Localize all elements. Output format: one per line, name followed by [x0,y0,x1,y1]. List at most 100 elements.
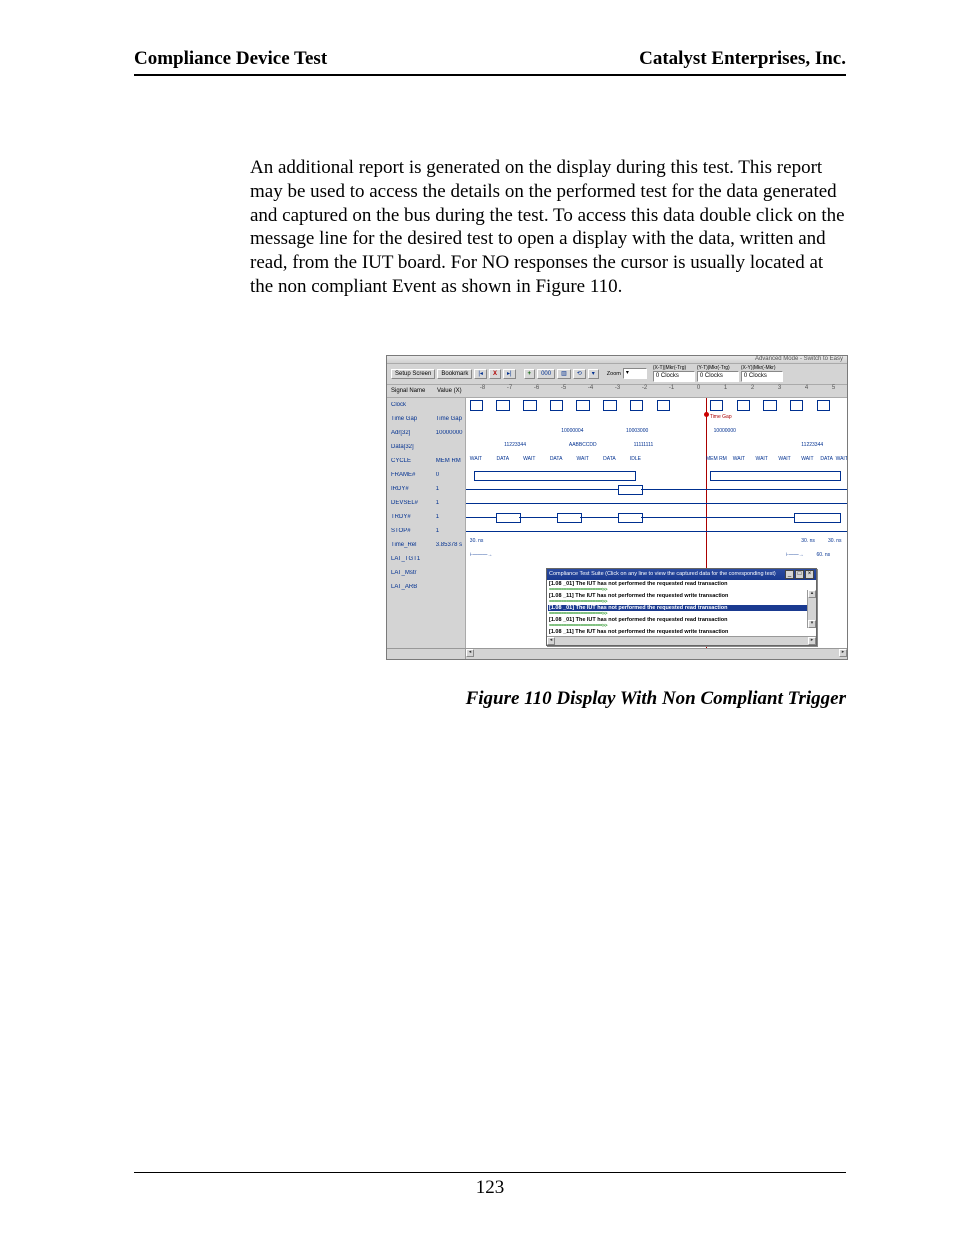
timeline[interactable]: Time Gap 10000004 10003000 10000000 1122… [466,398,847,648]
analyzer-screenshot: Advanced Mode - Switch to Easy Setup Scr… [386,355,848,660]
xy-field[interactable]: 0 Clocks [741,371,783,382]
msgbox-titlebar[interactable]: Compliance Test Suite (Click on any line… [547,569,816,580]
tool-button-1[interactable]: 000 [537,369,555,379]
xt-field[interactable]: 0 Clocks [653,371,695,382]
setup-screen-button[interactable]: Setup Screen [391,369,435,379]
adr-label: 10003000 [626,428,648,434]
wave-trdy [466,510,847,524]
page-number: 123 [476,1177,505,1198]
wave-time-rel: 30. ns 30. ns 30. ns [466,538,847,552]
tick: 2 [739,385,766,397]
tool-button-2[interactable]: ▥ [557,369,571,379]
tick: -5 [550,385,577,397]
waveform-area: Clock Time GapTime Gap Adr[32]10000000 D… [387,398,847,648]
zoom-label: Zoom [607,371,621,377]
tick: 1 [712,385,739,397]
time-gap-label: Time Gap [710,414,732,420]
tick: 0 [685,385,712,397]
msgbox-title: Compliance Test Suite (Click on any line… [549,571,776,577]
scroll-left-icon[interactable]: ◂ [466,649,474,657]
wave-devsel [466,496,847,510]
cycle-label: DATA [496,456,509,462]
signal-columns: Clock Time GapTime Gap Adr[32]10000000 D… [387,398,466,648]
tool-button-3[interactable]: ⟲ [573,369,586,379]
cycle-label: WAIT [778,456,790,462]
header-right: Catalyst Enterprises, Inc. [639,48,846,70]
scroll-right-icon[interactable]: ▸ [808,637,816,645]
compliance-message-window[interactable]: Compliance Test Suite (Click on any line… [546,568,817,646]
signal-row: Time GapTime Gap [387,412,465,426]
tick-labels: -8 -7 -6 -5 -4 -3 -2 -1 0 1 2 3 4 5 [469,385,847,397]
msg-line[interactable]: [1.08 _11] The IUT has not performed the… [548,629,815,635]
signal-row: IRDY#1 [387,482,465,496]
cycle-label: DATA [820,456,833,462]
arrow-icon: ⊦——→ [786,552,804,558]
zoom-dropdown[interactable]: ▾ [623,368,647,379]
data-label: 11223344 [801,442,823,448]
cycle-label: DATA [603,456,616,462]
tick: 3 [766,385,793,397]
cycle-label: WAIT [801,456,813,462]
time-ann: 60. ns [817,552,831,558]
wave-clock [466,398,847,412]
header-left: Compliance Device Test [134,48,327,70]
zoom-in-button[interactable]: + [524,369,536,379]
page-footer: 123 [134,1172,846,1199]
signal-row: Time_Rel3.85378 s [387,538,465,552]
wave-lat-tgt1: ⊦———→ ⊦——→ 60. ns [466,552,847,566]
wave-cycle: WAIT DATA WAIT DATA WAIT DATA IDLE MEM R… [466,454,847,468]
scroll-left-icon[interactable]: ◂ [547,637,555,645]
msgbox-vscrollbar[interactable]: ▴ ▾ [807,590,816,628]
time-ann: 30. ns [801,538,815,544]
time-ann: 30. ns [470,538,484,544]
cycle-label: WAIT [576,456,588,462]
tick: 5 [820,385,847,397]
tick: -8 [469,385,496,397]
scroll-down-icon[interactable]: ▾ [808,620,816,628]
signal-row: LAT_Mstr [387,566,465,580]
wave-stop [466,524,847,538]
mode-switch-label[interactable]: Advanced Mode - Switch to Easy [755,356,843,362]
nav-last-button[interactable]: ▸| [503,369,516,379]
tool-button-4[interactable]: ▾ [588,369,599,379]
scroll-up-icon[interactable]: ▴ [808,590,816,598]
maximize-icon[interactable]: □ [795,570,804,579]
toolbar: Setup Screen Bookmark |◂ X ▸| + 000 ▥ ⟲ … [387,364,847,385]
close-icon[interactable]: × [805,570,814,579]
data-label: AABBCCDD [569,442,597,448]
col-signal-header: Signal Name [387,388,437,394]
wave-irdy [466,482,847,496]
cycle-label: WAIT [523,456,535,462]
signal-row: Data[32] [387,440,465,454]
time-ann: 30. ns [828,538,842,544]
scroll-right-icon[interactable]: ▸ [839,649,847,657]
signal-row: DEVSEL#1 [387,496,465,510]
cycle-label: WAIT [836,456,847,462]
signal-row: LAT_ARB [387,580,465,594]
page-header: Compliance Device Test Catalyst Enterpri… [134,48,846,76]
wave-data: 11223344 AABBCCDD 11111111 11223344 [466,440,847,454]
nav-first-button[interactable]: |◂ [474,369,487,379]
signal-row: Clock [387,398,465,412]
grid-header: Signal Name Value (X) -8 -7 -6 -5 -4 -3 … [387,385,847,398]
cycle-label: IDLE [630,456,641,462]
col-value-header: Value (X) [437,388,469,394]
tick: -6 [523,385,550,397]
x-marker-button[interactable]: X [489,369,501,379]
tick: -3 [604,385,631,397]
signal-row: Adr[32]10000000 [387,426,465,440]
bookmark-button[interactable]: Bookmark [437,369,472,379]
data-label: 11223344 [504,442,526,448]
signal-row: TRDY#1 [387,510,465,524]
minimize-icon[interactable]: _ [785,570,794,579]
data-label: 11111111 [634,442,654,448]
mode-strip: Advanced Mode - Switch to Easy [387,356,847,364]
msgbox-hscrollbar[interactable]: ◂ ▸ [547,636,816,645]
figure-110: Advanced Mode - Switch to Easy Setup Scr… [386,355,846,710]
cycle-label: MEM RM [706,456,727,462]
msgbox-body[interactable]: [1.08 _01] The IUT has not performed the… [547,580,816,636]
wave-frame [466,468,847,482]
main-hscrollbar[interactable]: ◂ ▸ [387,648,847,659]
yt-field[interactable]: 0 Clocks [697,371,739,382]
figure-caption: Figure 110 Display With Non Compliant Tr… [386,688,846,710]
